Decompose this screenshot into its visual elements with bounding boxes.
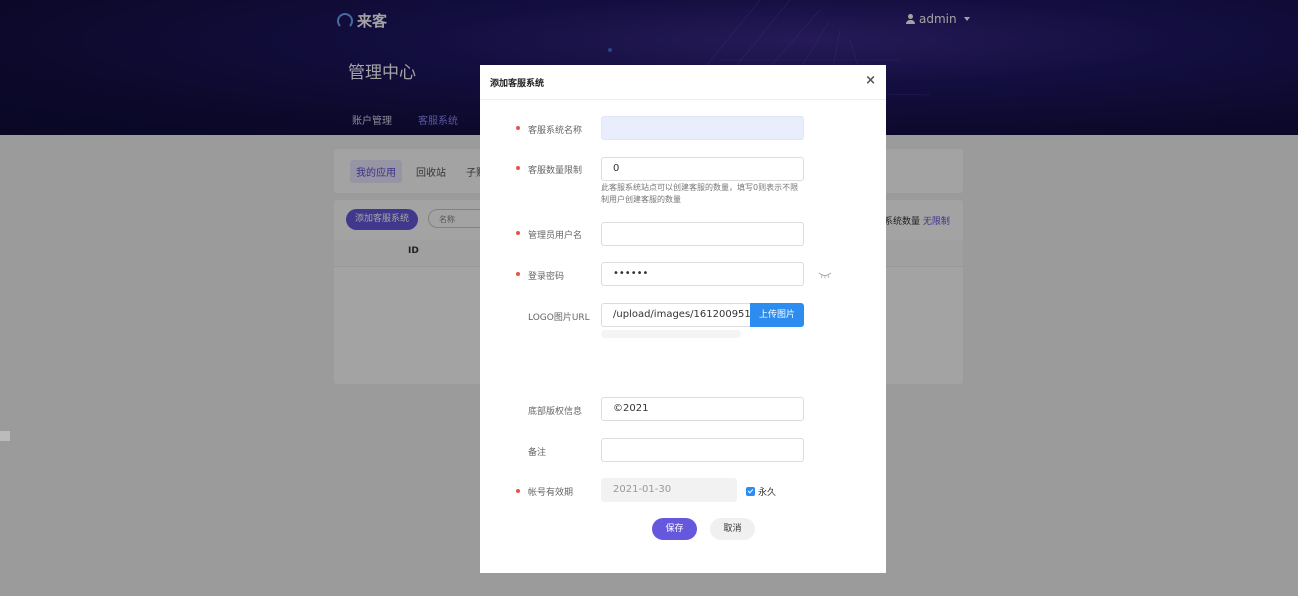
required-marker bbox=[516, 231, 520, 235]
system-name-label: 客服系统名称 bbox=[528, 126, 583, 136]
eye-closed-icon[interactable] bbox=[818, 271, 832, 279]
copyright-label: 底部版权信息 bbox=[528, 407, 583, 417]
admin-username-input[interactable] bbox=[601, 222, 804, 246]
password-input[interactable]: •••••• bbox=[601, 262, 804, 286]
service-limit-input[interactable]: 0 bbox=[601, 157, 804, 181]
close-icon[interactable]: × bbox=[865, 74, 876, 87]
logo-url-input[interactable]: /upload/images/1612009516.pr bbox=[601, 303, 751, 327]
add-system-dialog: 添加客服系统 × 客服系统名称 客服数量限制 0 此客服系统站点可以创建客服的数… bbox=[480, 65, 886, 573]
admin-username-label: 管理员用户名 bbox=[528, 231, 583, 241]
required-marker bbox=[516, 166, 520, 170]
save-button[interactable]: 保存 bbox=[652, 518, 697, 540]
required-marker bbox=[516, 126, 520, 130]
required-marker bbox=[516, 489, 520, 493]
forever-label: 永久 bbox=[758, 488, 777, 498]
expiry-label: 帐号有效期 bbox=[528, 488, 574, 498]
logo-preview bbox=[601, 330, 741, 338]
password-label: 登录密码 bbox=[528, 272, 565, 282]
service-limit-hint: 此客服系统站点可以创建客服的数量，填写0则表示不限制用户创建客服的数量 bbox=[601, 183, 799, 204]
required-marker bbox=[516, 272, 520, 276]
cancel-button[interactable]: 取消 bbox=[710, 518, 755, 540]
dialog-header: 添加客服系统 × bbox=[480, 65, 886, 100]
side-handle[interactable] bbox=[0, 431, 10, 441]
dialog-title: 添加客服系统 bbox=[490, 79, 545, 89]
remark-input[interactable] bbox=[601, 438, 804, 462]
checkbox-checked-icon bbox=[746, 487, 755, 496]
expiry-date-input[interactable]: 2021-01-30 bbox=[601, 478, 737, 502]
forever-checkbox[interactable]: 永久 bbox=[746, 485, 776, 498]
system-name-input[interactable] bbox=[601, 116, 804, 140]
remark-label: 备注 bbox=[528, 448, 547, 458]
logo-url-label: LOGO图片URL bbox=[528, 313, 590, 323]
upload-image-button[interactable]: 上传图片 bbox=[750, 303, 804, 327]
copyright-input[interactable]: ©2021 bbox=[601, 397, 804, 421]
service-limit-label: 客服数量限制 bbox=[528, 166, 583, 176]
